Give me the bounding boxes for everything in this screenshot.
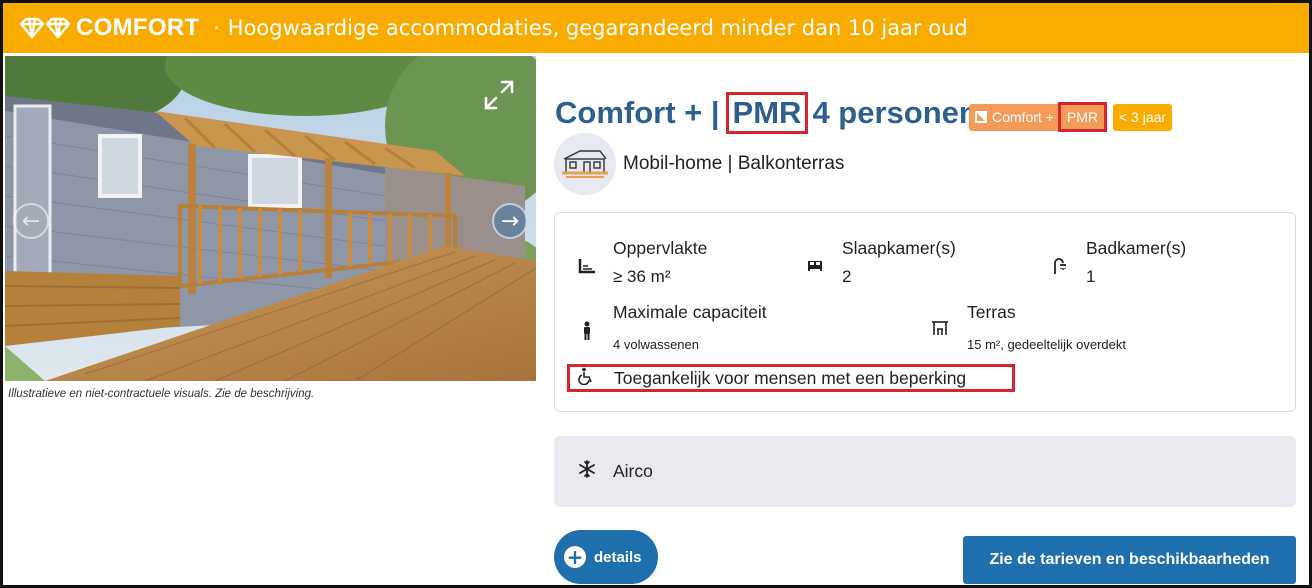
equipment-box: Airco [554, 436, 1296, 507]
feature-bedrooms-value: 2 [842, 267, 852, 286]
feature-bedrooms-label: Slaapkamer(s) [842, 238, 956, 258]
area-icon [578, 258, 596, 278]
feature-terrace-value: 15 m², gedeeltelijk overdekt [967, 337, 1126, 352]
banner-separator: · [213, 16, 220, 40]
person-icon [582, 321, 592, 345]
expand-icon[interactable] [483, 79, 515, 111]
comfort-badge-label: Comfort + [992, 109, 1054, 125]
feature-area-value: ≥ 36 m² [613, 267, 671, 286]
terrace-icon [931, 320, 949, 340]
details-button-label: details [594, 548, 642, 566]
comfort-banner: COMFORT · Hoogwaardige accommodaties, ge… [3, 3, 1309, 53]
comfort-badge: Comfort + [969, 103, 1058, 131]
feature-capacity-label: Maximale capaciteit [613, 302, 767, 322]
title-pmr-highlight: PMR [725, 92, 809, 134]
banner-tagline: Hoogwaardige accommodaties, gegarandeerd… [227, 16, 968, 40]
wheelchair-icon [578, 367, 598, 389]
accommodation-type-label: Mobil-home | Balkonterras [623, 153, 845, 174]
feature-area-label: Oppervlakte [613, 238, 708, 258]
feature-bathrooms: Badkamer(s) 1 [1086, 238, 1186, 287]
photo-caption: Illustratieve en niet-contractuele visua… [8, 388, 315, 400]
chevron-left-icon[interactable]: ← [13, 203, 49, 239]
airco-label: Airco [613, 461, 653, 481]
accommodation-title: Comfort + | PMR 4 personen [555, 92, 978, 134]
see-rates-button[interactable]: Zie de tarieven en beschikbaarheden [963, 536, 1296, 584]
title-suffix: 4 personen [812, 95, 978, 130]
title-prefix: Comfort + | [555, 95, 720, 130]
details-button[interactable]: + details [554, 530, 658, 584]
shower-icon [1052, 257, 1068, 279]
chevron-right-icon[interactable]: → [492, 203, 528, 239]
accommodation-photo[interactable]: ← → [5, 56, 536, 381]
accessibility-label: Toegankelijk voor mensen met een beperki… [614, 367, 967, 388]
mobile-home-icon [554, 133, 616, 195]
feature-bathrooms-value: 1 [1086, 267, 1096, 286]
badge-group: Comfort + PMR < 3 jaar [969, 102, 1173, 132]
diamond-logo-icon [19, 17, 71, 39]
feature-bedrooms: Slaapkamer(s) 2 [842, 238, 956, 287]
page-title: Comfort + | PMR 4 personen [555, 92, 978, 134]
feature-bathrooms-label: Badkamer(s) [1086, 238, 1187, 258]
feature-capacity-value: 4 volwassenen [613, 337, 699, 352]
comfort-badge-icon [975, 111, 987, 123]
brand-name: COMFORT [76, 14, 200, 41]
accommodation-type: Mobil-home | Balkonterras [554, 133, 844, 195]
snowflake-icon [578, 460, 598, 483]
pmr-badge: PMR [1057, 102, 1107, 132]
bed-icon [807, 257, 823, 276]
age-badge: < 3 jaar [1112, 103, 1173, 131]
feature-capacity: Maximale capaciteit 4 volwassenen [613, 302, 767, 352]
plus-icon: + [564, 546, 586, 568]
feature-terrace-label: Terras [967, 302, 1016, 322]
feature-terrace: Terras 15 m², gedeeltelijk overdekt [967, 302, 1126, 352]
feature-area: Oppervlakte ≥ 36 m² [613, 238, 707, 287]
accessibility-highlight: Toegankelijk voor mensen met een beperki… [567, 364, 1015, 392]
